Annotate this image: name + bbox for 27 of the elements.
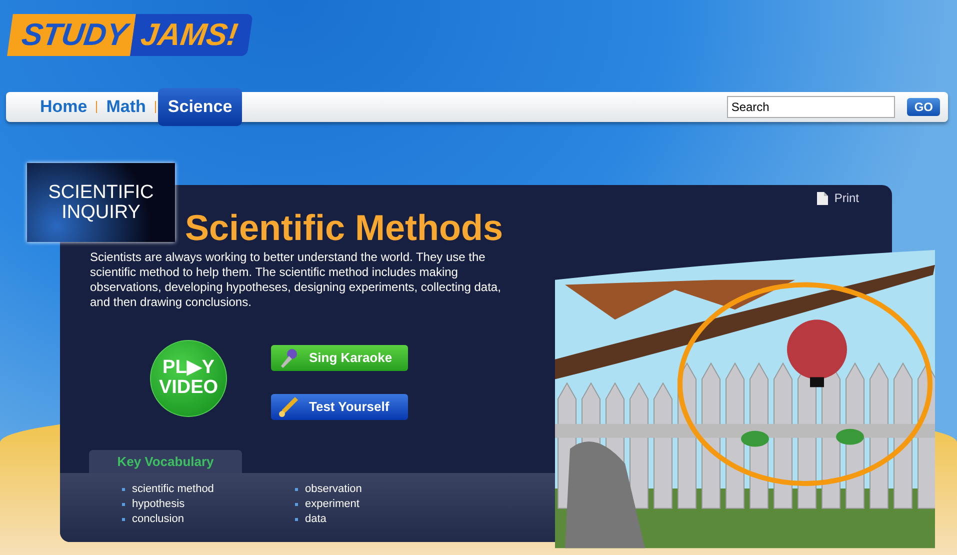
print-link[interactable]: Print xyxy=(834,191,859,206)
bullet-icon xyxy=(122,488,125,491)
nav-tab[interactable]: Math xyxy=(99,93,153,121)
document-icon xyxy=(817,192,828,205)
category-label: SCIENTIFIC INQUIRY xyxy=(47,182,155,222)
vocabulary-term: experiment xyxy=(305,497,360,512)
vocabulary-heading: Key Vocabulary xyxy=(117,454,214,469)
play-video-button[interactable]: PL▶Y VIDEO xyxy=(150,340,227,417)
bullet-icon xyxy=(295,518,298,521)
vocabulary-term: data xyxy=(305,512,326,527)
nav-tab[interactable]: Science xyxy=(158,88,242,126)
bullet-icon xyxy=(295,488,298,491)
lesson-description: Scientists are always working to better understand the world. They use the scientific method to help them. The scientific method includes making observations, developing hypotheses, designing experiments, collecting data, and then drawing conclusions. xyxy=(90,250,502,310)
test-yourself-button[interactable]: Test Yourself xyxy=(271,394,408,420)
vocabulary-term: scientific method xyxy=(132,482,214,497)
sing-karaoke-button[interactable]: Sing Karaoke xyxy=(271,344,408,371)
search-field[interactable]: Search xyxy=(727,96,896,118)
bullet-icon xyxy=(122,518,125,521)
vocabulary-term: hypothesis xyxy=(132,497,185,512)
bullet-icon xyxy=(122,503,125,506)
vocabulary-term: conclusion xyxy=(132,512,184,527)
lesson-title: Scientific Methods xyxy=(185,206,504,250)
nav-tab[interactable]: Home xyxy=(33,93,94,121)
go-button[interactable]: GO xyxy=(907,98,940,116)
bullet-icon xyxy=(295,503,298,506)
vocabulary-term: observation xyxy=(305,482,362,497)
pencil-icon xyxy=(277,396,299,418)
